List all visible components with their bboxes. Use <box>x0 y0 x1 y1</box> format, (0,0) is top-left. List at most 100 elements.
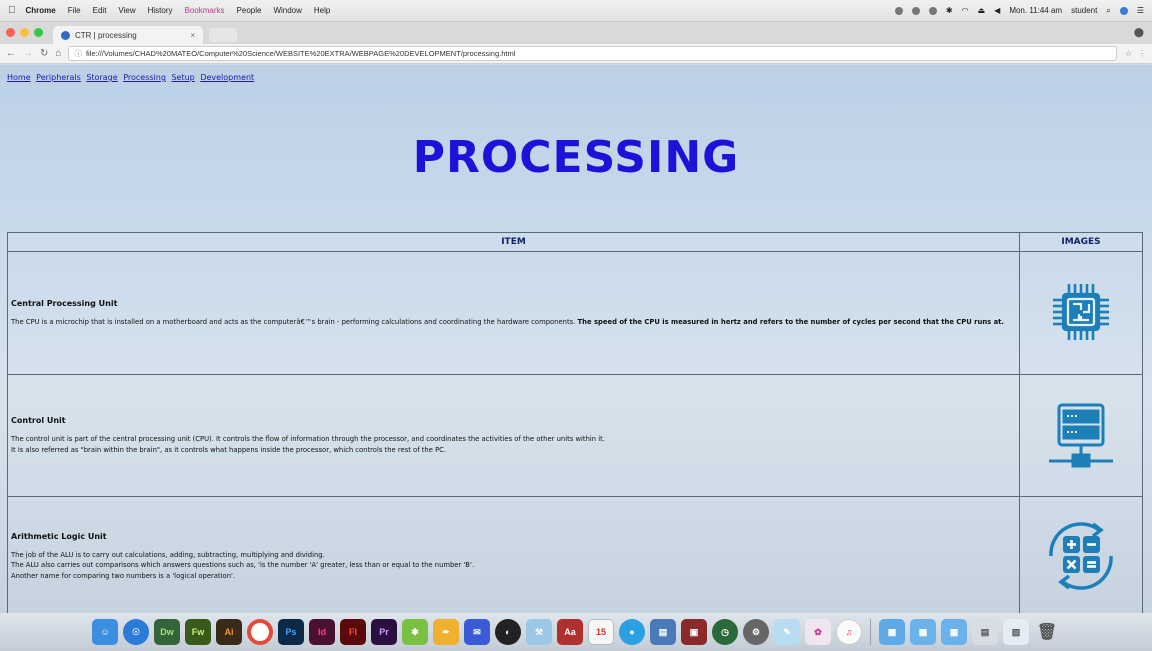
zoom-window-icon[interactable] <box>34 28 43 37</box>
photoshop-icon[interactable]: Ps <box>278 619 304 645</box>
clock[interactable]: Mon. 11:44 am <box>1009 6 1062 15</box>
illustrator-icon[interactable]: Ai <box>216 619 242 645</box>
nav-link-processing[interactable]: Processing <box>123 73 166 82</box>
dreamweaver-icon[interactable]: Dw <box>154 619 180 645</box>
mac-menu-bar:  Chrome File Edit View History Bookmark… <box>0 0 1152 22</box>
item-text-control-unit: The control unit is part of the central … <box>11 434 1016 454</box>
itunes-icon[interactable]: ♫ <box>836 619 862 645</box>
menu-view[interactable]: View <box>118 6 135 15</box>
menu-help[interactable]: Help <box>314 6 330 15</box>
word-app-icon[interactable]: ✉ <box>464 619 490 645</box>
safari-icon[interactable]: ☉ <box>123 619 149 645</box>
nav-link-home[interactable]: Home <box>7 73 31 82</box>
calculator-operations-icon <box>1049 521 1113 590</box>
tab-title: CTR | processing <box>75 30 137 40</box>
menu-window[interactable]: Window <box>273 6 301 15</box>
nav-link-peripherals[interactable]: Peripherals <box>36 73 81 82</box>
site-navigation: Home Peripherals Storage Processing Setu… <box>7 73 257 82</box>
address-bar[interactable]: ⓘ file:///Volumes/CHAD%20MATEO/Computer%… <box>68 46 1117 61</box>
dictionary-icon[interactable]: Aa <box>557 619 583 645</box>
menu-bookmarks[interactable]: Bookmarks <box>185 6 225 15</box>
mac-dock: ☺ ☉ Dw Fw Ai Ps Id Fl Pr ✱ ✒ ✉ ◐ ⚒ Aa 15… <box>0 613 1152 651</box>
apple-icon[interactable]:  <box>8 5 16 16</box>
control-unit-line-2: It is also referred as "brain within the… <box>11 445 447 454</box>
profile-icon[interactable]: ⬤ <box>1134 27 1144 38</box>
media-app-icon[interactable]: ◐ <box>495 619 521 645</box>
chrome-icon[interactable] <box>247 619 273 645</box>
share-app-icon[interactable]: ✱ <box>402 619 428 645</box>
tab-processing[interactable]: CTR | processing × <box>53 26 203 44</box>
notes-icon[interactable]: ✎ <box>774 619 800 645</box>
time-machine-icon[interactable] <box>928 6 937 15</box>
photos-icon[interactable]: ✿ <box>805 619 831 645</box>
home-icon[interactable]: ⌂ <box>55 48 61 59</box>
new-tab-button[interactable] <box>209 28 237 42</box>
indesign-icon[interactable]: Id <box>309 619 335 645</box>
item-title-alu: Arithmetic Logic Unit <box>11 532 107 542</box>
eject-icon[interactable]: ⏏ <box>978 6 986 15</box>
status-icon-2[interactable] <box>911 6 920 15</box>
bookmark-star-icon[interactable]: ☆ <box>1125 49 1132 58</box>
system-icon[interactable]: ● <box>619 619 645 645</box>
image-cell-cpu <box>1019 251 1143 375</box>
fireworks-icon[interactable]: Fw <box>185 619 211 645</box>
calendar-icon[interactable]: 15 <box>588 619 614 645</box>
cpu-description-bold: The speed of the CPU is measured in hert… <box>577 317 1005 326</box>
documents-folder-icon[interactable]: ▦ <box>910 619 936 645</box>
tools-icon[interactable]: ⚒ <box>526 619 552 645</box>
reload-icon[interactable]: ↻ <box>40 48 48 59</box>
time-machine-dock-icon[interactable]: ◷ <box>712 619 738 645</box>
paint-icon[interactable]: ✒ <box>433 619 459 645</box>
close-window-icon[interactable] <box>6 28 15 37</box>
finder-icon[interactable]: ☺ <box>92 619 118 645</box>
menu-kebab-icon[interactable]: ⋮ <box>1138 49 1146 58</box>
menu-people[interactable]: People <box>237 6 262 15</box>
cpu-chip-icon <box>1053 284 1109 340</box>
premiere-icon[interactable]: Pr <box>371 619 397 645</box>
back-icon[interactable]: ← <box>6 48 16 59</box>
status-icon-1[interactable] <box>894 6 903 15</box>
downloads-folder-icon[interactable]: ▦ <box>941 619 967 645</box>
menu-app-name[interactable]: Chrome <box>26 6 56 15</box>
info-icon[interactable]: ⓘ <box>74 48 82 59</box>
nav-link-setup[interactable]: Setup <box>171 73 194 82</box>
tab-close-icon[interactable]: × <box>190 31 195 40</box>
screenshot-stack-icon[interactable]: ▧ <box>1003 619 1029 645</box>
table-header-row: ITEM IMAGES <box>7 232 1143 252</box>
image-cell-alu <box>1019 496 1143 613</box>
volume-icon[interactable]: ◀ <box>994 6 1000 15</box>
menu-file[interactable]: File <box>68 6 81 15</box>
siri-icon[interactable] <box>1119 6 1128 15</box>
menu-history[interactable]: History <box>148 6 173 15</box>
trash-icon[interactable]: 🗑 <box>1034 619 1060 645</box>
item-cell-cpu: Central Processing Unit The CPU is a mic… <box>7 251 1020 375</box>
item-text-alu: The job of the ALU is to carry out calcu… <box>11 550 1016 581</box>
wifi-icon[interactable]: ◠ <box>962 6 969 15</box>
forward-icon[interactable]: → <box>23 48 33 59</box>
favicon-icon <box>61 30 70 40</box>
item-title-control-unit: Control Unit <box>11 416 66 426</box>
menu-edit[interactable]: Edit <box>93 6 107 15</box>
applications-folder-icon[interactable]: ▦ <box>879 619 905 645</box>
photo-booth-icon[interactable]: ▣ <box>681 619 707 645</box>
header-images: IMAGES <box>1019 232 1143 252</box>
minimize-window-icon[interactable] <box>20 28 29 37</box>
spotlight-icon[interactable]: ⌕ <box>1106 6 1110 16</box>
table-row: Central Processing Unit The CPU is a mic… <box>7 251 1143 375</box>
item-cell-alu: Arithmetic Logic Unit The job of the ALU… <box>7 496 1020 613</box>
window-controls <box>6 28 43 37</box>
server-network-icon <box>1049 403 1113 467</box>
items-table: ITEM IMAGES Central Processing Unit The … <box>7 232 1143 613</box>
preferences-icon[interactable]: ⚙ <box>743 619 769 645</box>
user-name[interactable]: student <box>1071 6 1097 15</box>
nav-link-development[interactable]: Development <box>200 73 254 82</box>
bluetooth-icon[interactable]: ✱ <box>946 6 953 15</box>
alu-line-3: Another name for comparing two numbers i… <box>11 571 236 580</box>
stack-icon[interactable]: ▤ <box>972 619 998 645</box>
alu-line-2: The ALU also carries out comparisons whi… <box>11 561 475 570</box>
preview-icon[interactable]: ▤ <box>650 619 676 645</box>
table-row: Arithmetic Logic Unit The job of the ALU… <box>7 496 1143 613</box>
notification-center-icon[interactable]: ☰ <box>1137 6 1144 15</box>
nav-link-storage[interactable]: Storage <box>86 73 117 82</box>
flash-icon[interactable]: Fl <box>340 619 366 645</box>
